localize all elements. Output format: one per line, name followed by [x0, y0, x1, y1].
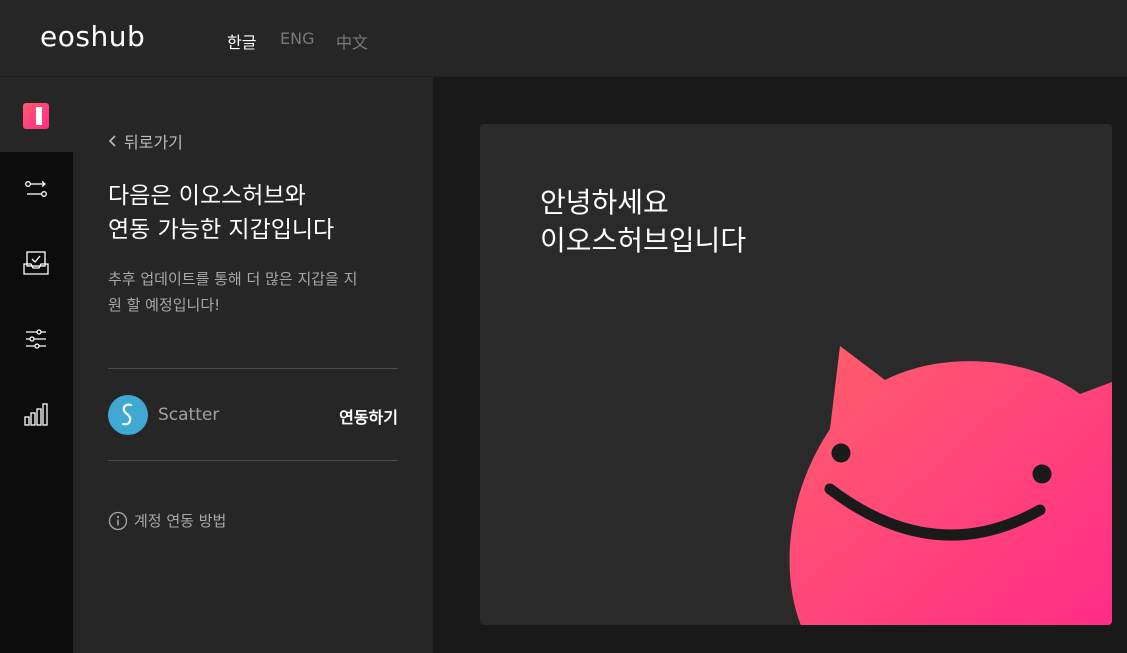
connect-button[interactable]: 연동하기 — [339, 404, 398, 428]
scatter-logo-icon — [108, 395, 148, 435]
wallet-row-scatter: Scatter 연동하기 — [108, 393, 398, 437]
panel-description: 추후 업데이트를 통해 더 많은 지갑을 지 원 할 예정입니다! — [108, 266, 403, 318]
top-header: eoshub 한글 ENG 中文 — [0, 0, 1127, 77]
help-label: 계정 연동 방법 — [134, 512, 227, 530]
icon-rail — [0, 77, 73, 653]
brand-square-icon[interactable] — [22, 102, 50, 130]
chevron-left-icon — [108, 135, 116, 147]
info-icon — [108, 511, 128, 530]
wallet-panel: 뒤로가기 다음은 이오스허브와 연동 가능한 지갑입니다 추후 업데이트를 통해… — [73, 77, 433, 653]
lang-english[interactable]: ENG — [280, 29, 314, 48]
panel-title: 다음은 이오스허브와 연동 가능한 지갑입니다 — [108, 179, 408, 247]
divider-bottom — [108, 460, 398, 461]
panel-title-line-2: 연동 가능한 지갑입니다 — [108, 217, 335, 243]
divider-top — [108, 368, 398, 369]
panel-title-line-1: 다음은 이오스허브와 — [108, 183, 306, 209]
bar-chart-icon[interactable] — [22, 400, 50, 428]
panel-desc-line-2: 원 할 예정입니다! — [108, 296, 221, 314]
cat-mascot-icon — [789, 346, 1112, 625]
eoshub-logo[interactable]: eoshub — [40, 20, 145, 53]
back-link[interactable]: 뒤로가기 — [108, 129, 183, 153]
welcome-card: 안녕하세요 이오스허브입니다 — [480, 124, 1112, 625]
account-link-help[interactable]: 계정 연동 방법 — [108, 510, 226, 531]
panel-desc-line-1: 추후 업데이트를 통해 더 많은 지갑을 지 — [108, 270, 358, 288]
app: eoshub 한글 ENG 中文 뒤로가기 다음은 이오스허브와 연동 가능한 … — [0, 0, 1127, 653]
lang-korean[interactable]: 한글 — [227, 29, 256, 53]
inbox-check-icon[interactable] — [22, 249, 50, 277]
transfer-icon[interactable] — [22, 175, 50, 203]
wallet-name: Scatter — [158, 405, 220, 425]
sliders-icon[interactable] — [22, 325, 50, 353]
back-label: 뒤로가기 — [124, 133, 183, 152]
lang-chinese[interactable]: 中文 — [336, 29, 368, 53]
